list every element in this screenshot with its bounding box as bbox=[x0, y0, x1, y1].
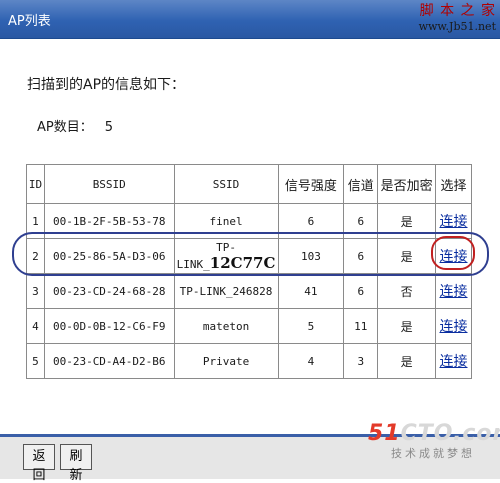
table-row: 2 00-25-86-5A-D3-06 TP-LINK_12C77C 103 6… bbox=[26, 238, 472, 274]
page-heading: 扫描到的AP的信息如下： bbox=[27, 77, 186, 93]
back-button[interactable]: 返回 bbox=[23, 444, 55, 483]
brand-logo-text: CTO.com bbox=[400, 421, 500, 446]
ap-table: ID BSSID SSID 信号强度 信道 是否加密 选择 1 00-1B-2F… bbox=[26, 164, 472, 379]
table-header-row: ID BSSID SSID 信号强度 信道 是否加密 选择 bbox=[26, 164, 472, 204]
ap-count-label: AP数目： bbox=[37, 120, 93, 135]
connect-cell: 连接 bbox=[435, 343, 472, 379]
cell-bssid: 00-25-86-5A-D3-06 bbox=[43, 238, 175, 274]
cell-bssid: 00-0D-0B-12-C6-F9 bbox=[43, 308, 175, 344]
col-header-id: ID bbox=[26, 164, 45, 204]
refresh-button[interactable]: 刷新 bbox=[60, 444, 92, 483]
cell-encrypted: 是 bbox=[377, 308, 437, 344]
connect-link[interactable]: 连接 bbox=[440, 319, 468, 335]
cell-channel: 11 bbox=[343, 308, 379, 344]
cell-channel: 6 bbox=[343, 203, 379, 239]
site-watermark: 脚 本 之 家 www.Jb51.net bbox=[368, 2, 496, 34]
brand-watermark: 51CTO.com 技术成就梦想 bbox=[368, 421, 500, 461]
col-header-encrypted: 是否加密 bbox=[377, 164, 437, 204]
col-header-ssid: SSID bbox=[173, 164, 279, 204]
table-row: 1 00-1B-2F-5B-53-78 finel 6 6 是 连接 bbox=[26, 203, 472, 239]
brand-logo-number: 51 bbox=[368, 421, 401, 446]
cell-encrypted: 是 bbox=[377, 203, 437, 239]
cell-id: 1 bbox=[26, 203, 45, 239]
col-header-signal: 信号强度 bbox=[277, 164, 345, 204]
cell-signal: 5 bbox=[277, 308, 345, 344]
cell-ssid: mateton bbox=[173, 308, 279, 344]
connect-link[interactable]: 连接 bbox=[440, 284, 468, 300]
connect-link[interactable]: 连接 bbox=[440, 354, 468, 370]
cell-bssid: 00-1B-2F-5B-53-78 bbox=[43, 203, 175, 239]
main-content: 扫描到的AP的信息如下： AP数目： 5 ID BSSID SSID 信号强度 信… bbox=[0, 39, 500, 434]
cell-signal: 6 bbox=[277, 203, 345, 239]
cell-id: 2 bbox=[26, 238, 45, 274]
cell-ssid: Private bbox=[173, 343, 279, 379]
cell-signal: 103 bbox=[277, 238, 345, 274]
cell-id: 5 bbox=[26, 343, 45, 379]
col-header-channel: 信道 bbox=[343, 164, 379, 204]
connect-cell: 连接 bbox=[435, 308, 472, 344]
cell-signal: 4 bbox=[277, 343, 345, 379]
window-title: AP列表 bbox=[8, 14, 51, 29]
cell-encrypted: 是 bbox=[377, 238, 437, 274]
connect-link[interactable]: 连接 bbox=[440, 214, 468, 230]
connect-cell: 连接 bbox=[435, 273, 472, 309]
cell-ssid: TP-LINK_12C77C bbox=[173, 238, 279, 274]
brand-tagline: 技术成就梦想 bbox=[391, 447, 475, 460]
table-row: 3 00-23-CD-24-68-28 TP-LINK_246828 41 6 … bbox=[26, 273, 472, 309]
col-header-select: 选择 bbox=[435, 164, 472, 204]
title-bar: AP列表 脚 本 之 家 www.Jb51.net bbox=[0, 0, 500, 39]
cell-id: 3 bbox=[26, 273, 45, 309]
cell-channel: 6 bbox=[343, 238, 379, 274]
connect-link[interactable]: 连接 bbox=[440, 249, 468, 265]
cell-ssid: finel bbox=[173, 203, 279, 239]
cell-ssid: TP-LINK_246828 bbox=[173, 273, 279, 309]
cell-id: 4 bbox=[26, 308, 45, 344]
connect-cell: 连接 bbox=[435, 203, 472, 239]
table-row: 4 00-0D-0B-12-C6-F9 mateton 5 11 是 连接 bbox=[26, 308, 472, 344]
cell-channel: 3 bbox=[343, 343, 379, 379]
cell-signal: 41 bbox=[277, 273, 345, 309]
cell-encrypted: 否 bbox=[377, 273, 437, 309]
cell-channel: 6 bbox=[343, 273, 379, 309]
ap-count-value: 5 bbox=[104, 120, 114, 135]
connect-cell: 连接 bbox=[435, 238, 472, 274]
ssid-suffix: 12C77C bbox=[209, 253, 276, 272]
cell-bssid: 00-23-CD-A4-D2-B6 bbox=[43, 343, 175, 379]
cell-encrypted: 是 bbox=[377, 343, 437, 379]
watermark-line1: 脚 本 之 家 bbox=[419, 3, 496, 19]
watermark-line2: www.Jb51.net bbox=[418, 20, 496, 33]
table-row: 5 00-23-CD-A4-D2-B6 Private 4 3 是 连接 bbox=[26, 343, 472, 379]
col-header-bssid: BSSID bbox=[43, 164, 175, 204]
ap-count: AP数目： 5 bbox=[37, 116, 113, 135]
cell-bssid: 00-23-CD-24-68-28 bbox=[43, 273, 175, 309]
brand-logo: 51CTO.com bbox=[368, 421, 500, 447]
